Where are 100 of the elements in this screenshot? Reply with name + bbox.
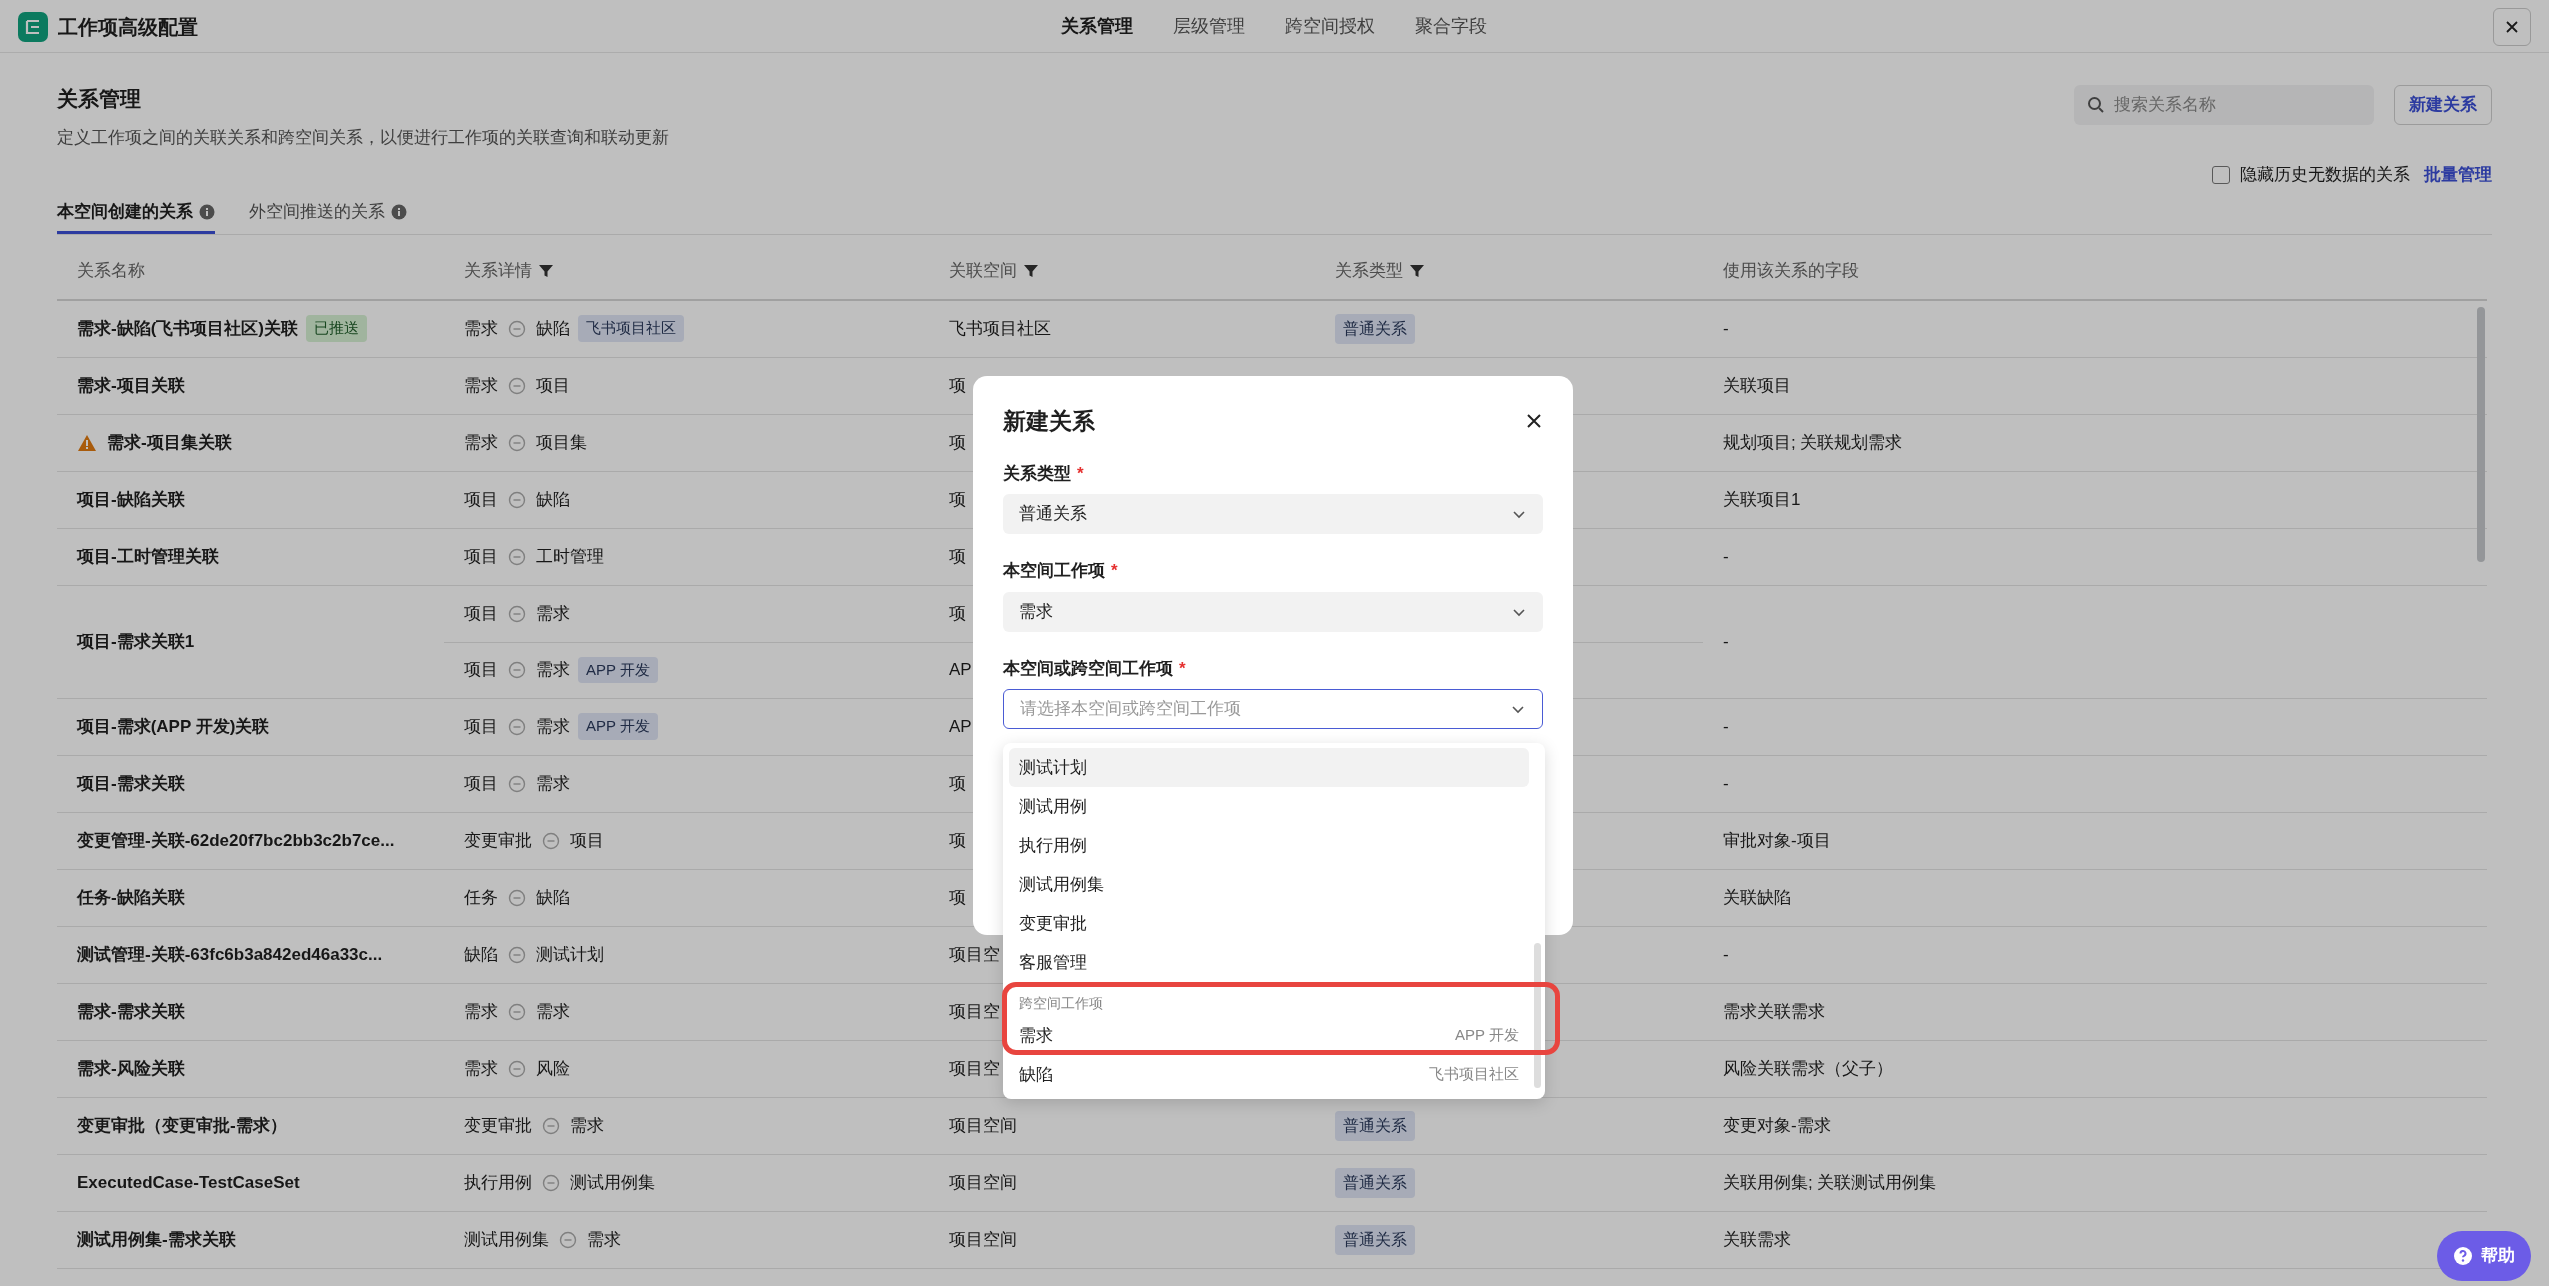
sub-tab[interactable]: 外空间推送的关系 xyxy=(249,193,407,234)
source-item: 执行用例 xyxy=(464,1171,532,1194)
relation-name: 测试管理-关联-63fc6b3a842ed46a33c... xyxy=(77,943,383,966)
top-tab[interactable]: 层级管理 xyxy=(1173,0,1246,53)
relation-name: 任务-缺陷关联 xyxy=(77,886,185,909)
sub-tab[interactable]: 本空间创建的关系 xyxy=(57,193,215,234)
dropdown-scrollbar[interactable] xyxy=(1534,943,1541,1088)
column-header: 关系详情 xyxy=(464,259,532,282)
relation-name: 项目-工时管理关联 xyxy=(77,545,219,568)
space-cell-text: 飞书项目社区 xyxy=(949,317,1051,340)
space-cell-text: 项 xyxy=(949,431,966,454)
target-item: 测试用例集 xyxy=(570,1171,655,1194)
filter-icon[interactable] xyxy=(538,262,554,279)
fields-cell-text: - xyxy=(1723,943,1729,966)
top-tab[interactable]: 关系管理 xyxy=(1061,0,1134,53)
fields-cell-text: 规划项目; 关联规划需求 xyxy=(1723,431,1903,454)
relation-type-tag: 普通关系 xyxy=(1335,1224,1415,1255)
target-item: 需求 xyxy=(587,1228,621,1251)
dropdown-option[interactable]: 变更审批 xyxy=(1009,904,1529,943)
field-label: 本空间或跨空间工作项 xyxy=(1003,657,1173,680)
source-item: 需求 xyxy=(464,1000,498,1023)
target-item: 项目集 xyxy=(536,431,587,454)
target-item: 缺陷 xyxy=(536,886,570,909)
page-description: 定义工作项之间的关联关系和跨空间关系，以便进行工作项的关联查询和联动更新 xyxy=(57,126,669,149)
select-field[interactable]: 普通关系 xyxy=(1003,494,1543,534)
source-item: 需求 xyxy=(464,317,498,340)
page-title: 关系管理 xyxy=(57,86,142,112)
fields-cell-text: - xyxy=(1723,545,1729,568)
fields-cell-text: - xyxy=(1723,772,1729,795)
new-relation-button[interactable]: 新建关系 xyxy=(2394,85,2492,125)
space-cell-text: 项目空 xyxy=(949,1000,1000,1023)
column-header: 关系类型 xyxy=(1335,259,1403,282)
fields-cell-text: 关联项目 xyxy=(1723,374,1791,397)
help-icon xyxy=(2453,1246,2473,1266)
relation-name: 需求-缺陷(飞书项目社区)关联 xyxy=(77,317,298,340)
target-item: 需求 xyxy=(536,1000,570,1023)
relation-name: 需求-需求关联 xyxy=(77,1000,185,1023)
fields-cell-text: 需求关联需求 xyxy=(1723,1000,1825,1023)
source-item: 项目 xyxy=(464,715,498,738)
relation-type-tag: 普通关系 xyxy=(1335,1167,1415,1198)
dialog-title: 新建关系 xyxy=(1003,407,1095,436)
column-header: 使用该关系的字段 xyxy=(1723,259,1859,282)
column-header: 关联空间 xyxy=(949,259,1017,282)
relation-name: 需求-项目集关联 xyxy=(107,431,232,454)
relation-name: 变更审批（变更审批-需求） xyxy=(77,1114,287,1137)
dropdown-option[interactable]: 测试用例集 xyxy=(1009,865,1529,904)
target-item: 需求 xyxy=(536,659,570,682)
relation-name: 需求-项目关联 xyxy=(77,374,185,397)
fields-cell-text: 关联缺陷 xyxy=(1723,886,1791,909)
top-tab[interactable]: 跨空间授权 xyxy=(1285,0,1376,53)
space-cell-text: 项 xyxy=(949,602,966,625)
source-item: 变更审批 xyxy=(464,1114,532,1137)
dropdown-option[interactable]: 测试计划 xyxy=(1009,748,1529,787)
fields-cell-text: 变更对象-需求 xyxy=(1723,1114,1831,1137)
relation-name: 测试用例集-需求关联 xyxy=(77,1228,236,1251)
source-item: 需求 xyxy=(464,1057,498,1080)
space-cell-text: 项目空 xyxy=(949,1057,1000,1080)
select-field[interactable]: 需求 xyxy=(1003,591,1543,632)
batch-manage-link[interactable]: 批量管理 xyxy=(2424,162,2492,188)
target-item: 项目 xyxy=(570,829,604,852)
space-cell-text: AP xyxy=(949,659,972,682)
relation-name: 项目-需求关联 xyxy=(77,772,185,795)
dropdown-option[interactable]: 客服管理 xyxy=(1009,943,1529,982)
scrollbar[interactable] xyxy=(2477,306,2485,562)
search-field[interactable]: 搜索关系名称 xyxy=(2074,85,2374,125)
checkbox[interactable] xyxy=(2212,165,2230,184)
field-label: 本空间工作项 xyxy=(1003,560,1105,582)
relation-type-tag: 普通关系 xyxy=(1335,313,1415,344)
fields-cell-text: 风险关联需求（父子） xyxy=(1723,1057,1893,1080)
close-button[interactable] xyxy=(2493,7,2531,46)
target-item: 需求 xyxy=(536,772,570,795)
dropdown-option[interactable]: 执行用例 xyxy=(1009,826,1529,865)
target-item: 需求 xyxy=(536,602,570,625)
help-button[interactable]: 帮助 xyxy=(2437,1231,2531,1281)
space-cell-text: 项目空 xyxy=(949,943,1000,966)
option-space-label: APP 开发 xyxy=(1455,1025,1519,1046)
filter-icon[interactable] xyxy=(1023,262,1039,279)
option-space-label: 飞书项目社区 xyxy=(1429,1064,1519,1085)
source-item: 项目 xyxy=(464,545,498,568)
fields-cell-text: - xyxy=(1723,715,1729,738)
source-item: 项目 xyxy=(464,659,498,682)
top-tab[interactable]: 聚合字段 xyxy=(1415,0,1488,53)
info-icon xyxy=(199,204,215,220)
source-item: 变更审批 xyxy=(464,829,532,852)
relation-type-tag: 普通关系 xyxy=(1335,1110,1415,1141)
window-title: 工作项高级配置 xyxy=(58,14,198,40)
relation-name: 变更管理-关联-62de20f7bc2bb3c2b7ce... xyxy=(77,829,395,852)
dropdown-option[interactable]: 缺陷 飞书项目社区 xyxy=(1009,1055,1529,1094)
space-tag: APP 开发 xyxy=(578,656,658,684)
space-cell-text: 项 xyxy=(949,545,966,568)
fields-cell-text: - xyxy=(1723,630,1729,653)
dropdown-option[interactable]: 需求 APP 开发 xyxy=(1009,1016,1529,1055)
filter-icon[interactable] xyxy=(1409,262,1425,279)
relation-name: 项目-需求关联1 xyxy=(77,630,195,653)
search-icon xyxy=(2087,96,2105,114)
space-cell-text: 项目空间 xyxy=(949,1171,1017,1194)
group-label: 跨空间工作项 xyxy=(1018,994,1104,1013)
column-header: 关系名称 xyxy=(77,259,145,282)
space-cell-text: 项目空间 xyxy=(949,1114,1017,1137)
dropdown-option[interactable]: 测试用例 xyxy=(1009,787,1529,826)
